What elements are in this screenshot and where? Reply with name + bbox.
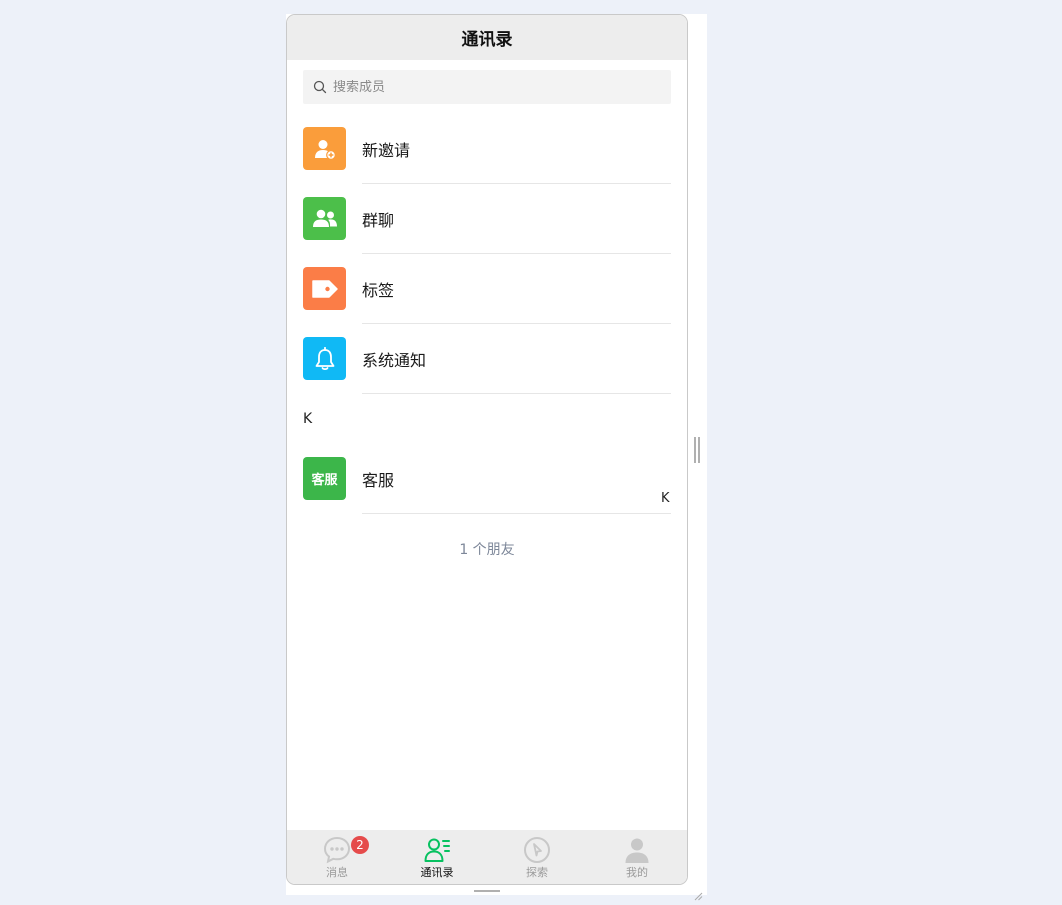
bottom-drag-handle[interactable]: [474, 890, 500, 892]
tab-profile[interactable]: 我的: [587, 830, 687, 884]
divider: [362, 253, 671, 254]
search-input[interactable]: [333, 79, 653, 95]
menu-item-group-chat[interactable]: 群聊: [287, 185, 687, 255]
menu-item-label: 标签: [362, 281, 395, 300]
page-title: 通讯录: [461, 30, 513, 50]
compass-icon: [523, 836, 551, 864]
panel-resize-handle[interactable]: [694, 437, 700, 463]
divider: [362, 323, 671, 324]
divider: [362, 393, 671, 394]
menu-item-system-notice[interactable]: 系统通知: [287, 325, 687, 395]
search-bar[interactable]: [303, 70, 671, 104]
tab-label: 我的: [626, 866, 648, 879]
unread-badge: 2: [351, 836, 369, 854]
tab-explore[interactable]: 探索: [487, 830, 587, 884]
contacts-icon: [423, 836, 451, 864]
contact-item[interactable]: 客服 客服: [287, 445, 687, 515]
tag-icon: [303, 267, 346, 310]
menu-item-tags[interactable]: 标签: [287, 255, 687, 325]
tab-bar: 消息 2 通讯录 探索 我的: [287, 830, 687, 884]
index-bar-letter-k[interactable]: K: [661, 491, 670, 506]
section-header-k: K: [303, 411, 313, 427]
menu-item-label: 系统通知: [362, 351, 427, 370]
contact-avatar: 客服: [303, 457, 346, 500]
tab-messages[interactable]: 消息 2: [287, 830, 387, 884]
friend-count: 1 个朋友: [459, 542, 515, 558]
divider: [362, 513, 671, 514]
group-chat-icon: [303, 197, 346, 240]
contact-name: 客服: [362, 471, 395, 490]
phone-frame: 通讯录 新邀请: [286, 14, 688, 885]
tab-label: 通讯录: [420, 866, 454, 879]
bell-icon: [303, 337, 346, 380]
tab-label: 消息: [326, 866, 348, 879]
tab-label: 探索: [526, 866, 548, 879]
user-icon: [623, 836, 651, 864]
search-icon: [313, 80, 327, 94]
chat-icon: [323, 836, 351, 864]
tab-contacts[interactable]: 通讯录: [387, 830, 487, 884]
add-friend-icon: [303, 127, 346, 170]
menu-item-new-invite[interactable]: 新邀请: [287, 115, 687, 185]
divider: [362, 183, 671, 184]
nav-bar: 通讯录: [287, 15, 687, 60]
menu-item-label: 群聊: [362, 211, 395, 230]
menu-item-label: 新邀请: [362, 141, 411, 160]
